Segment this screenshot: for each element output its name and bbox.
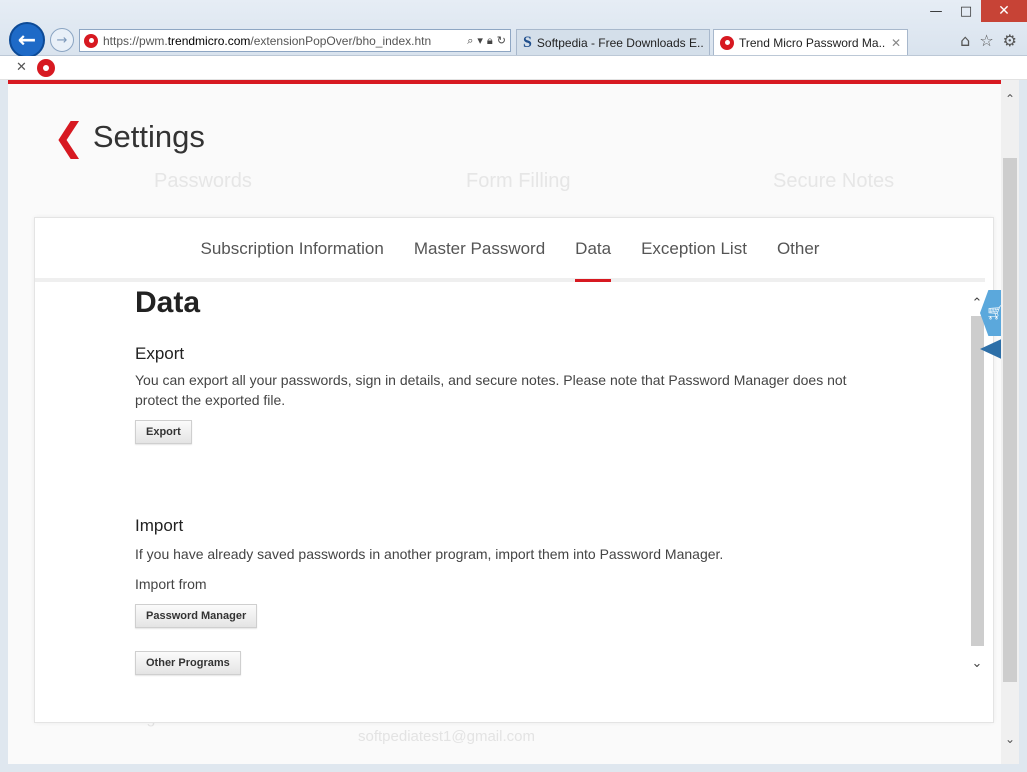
- page-scroll-down-icon[interactable]: ⌄: [1001, 732, 1019, 746]
- close-window-button[interactable]: ✕: [981, 0, 1027, 22]
- scroll-thumb[interactable]: [971, 316, 984, 646]
- import-password-manager-button[interactable]: Password Manager: [135, 604, 258, 628]
- close-toolbar-icon[interactable]: ✕: [16, 60, 27, 75]
- settings-tabs: Subscription Information Master Password…: [35, 218, 985, 282]
- settings-gear-icon[interactable]: ⚙: [1003, 31, 1017, 50]
- address-icons: ⌕ ▾ 🔒︎ ↻: [467, 34, 506, 48]
- url-path: /extensionPopOver/bho_index.htn: [250, 33, 432, 48]
- shopping-cart-widget[interactable]: 🛒︎: [980, 290, 1001, 362]
- favorites-star-icon[interactable]: ☆: [979, 31, 993, 50]
- trend-micro-logo-icon: [84, 33, 98, 48]
- page-scroll-thumb[interactable]: [1003, 158, 1017, 682]
- back-arrow-icon: ←: [17, 27, 37, 53]
- page-scroll-up-icon[interactable]: ⌃: [1001, 92, 1019, 106]
- bg-category: Secure Notes: [773, 170, 895, 192]
- window-controls: — □ ✕: [921, 0, 1027, 22]
- import-description: If you have already saved passwords in a…: [135, 546, 724, 562]
- tab-data[interactable]: Data: [575, 218, 611, 282]
- address-bar[interactable]: https://pwm.trendmicro.com/extensionPopO…: [79, 29, 511, 52]
- tab-exception-list[interactable]: Exception List: [641, 218, 747, 278]
- shopping-cart-icon[interactable]: 🛒︎: [980, 290, 1001, 336]
- forward-button[interactable]: →: [50, 28, 74, 52]
- maximize-button[interactable]: □: [951, 0, 981, 22]
- forward-arrow-icon: →: [56, 32, 68, 48]
- section-heading: Data: [135, 286, 201, 319]
- scroll-down-icon[interactable]: ⌄: [969, 656, 985, 671]
- page-content: Passwords Form Filling Secure Notes acco…: [8, 80, 1001, 764]
- tab-softpedia[interactable]: S Softpedia - Free Downloads E...: [516, 29, 710, 55]
- back-button[interactable]: ←: [9, 22, 45, 58]
- bg-category: Passwords: [154, 170, 252, 192]
- tab-label: Trend Micro Password Ma...: [739, 35, 885, 50]
- softpedia-logo-icon: S: [523, 33, 532, 51]
- import-other-programs-button[interactable]: Other Programs: [135, 651, 241, 675]
- minimize-button[interactable]: —: [921, 0, 951, 22]
- import-from-label: Import from: [135, 576, 207, 592]
- settings-header: ❮ Settings: [53, 118, 205, 156]
- trend-micro-toolbar-icon[interactable]: [36, 58, 55, 77]
- widget-decoration: [980, 336, 1001, 362]
- tab-close-icon[interactable]: ✕: [885, 36, 901, 50]
- url-prefix: https://pwm.: [103, 33, 168, 48]
- refresh-icon[interactable]: ↻: [497, 34, 506, 48]
- tab-subscription-information[interactable]: Subscription Information: [201, 218, 384, 278]
- url-domain: trendmicro.com: [167, 33, 251, 48]
- export-description: You can export all your passwords, sign …: [135, 372, 847, 408]
- search-icon[interactable]: ⌕: [467, 34, 473, 48]
- lock-icon[interactable]: 🔒︎: [487, 34, 493, 48]
- bg-category: Form Filling: [466, 170, 571, 192]
- page-title: Settings: [92, 119, 205, 154]
- trend-micro-logo-icon: [720, 35, 734, 50]
- export-title: Export: [135, 344, 185, 363]
- bg-email-text: softpediatest1@gmail.com: [358, 728, 535, 745]
- browser-titlebar: — □ ✕ ← → https://pwm.trendmicro.com/ext…: [0, 0, 1027, 58]
- window-bottom-border: [0, 764, 1027, 772]
- dropdown-icon[interactable]: ▾: [477, 34, 483, 48]
- brand-accent-line: [8, 80, 1001, 84]
- home-icon[interactable]: ⌂: [960, 31, 970, 50]
- extension-command-bar: ✕: [0, 56, 1027, 80]
- page-scrollbar[interactable]: ⌃ ⌄: [1001, 80, 1019, 764]
- import-title: Import: [135, 516, 184, 535]
- settings-card: Subscription Information Master Password…: [34, 217, 994, 723]
- tab-trend-micro[interactable]: Trend Micro Password Ma... ✕: [713, 29, 908, 55]
- back-chevron-icon[interactable]: ❮: [53, 118, 85, 156]
- export-button[interactable]: Export: [135, 420, 192, 444]
- browser-toolbar-icons: ⌂ ☆ ⚙: [960, 31, 1017, 50]
- url-text[interactable]: https://pwm.trendmicro.com/extensionPopO…: [103, 34, 463, 48]
- tab-other[interactable]: Other: [777, 218, 820, 278]
- tab-master-password[interactable]: Master Password: [414, 218, 545, 278]
- tab-label: Softpedia - Free Downloads E...: [536, 35, 703, 50]
